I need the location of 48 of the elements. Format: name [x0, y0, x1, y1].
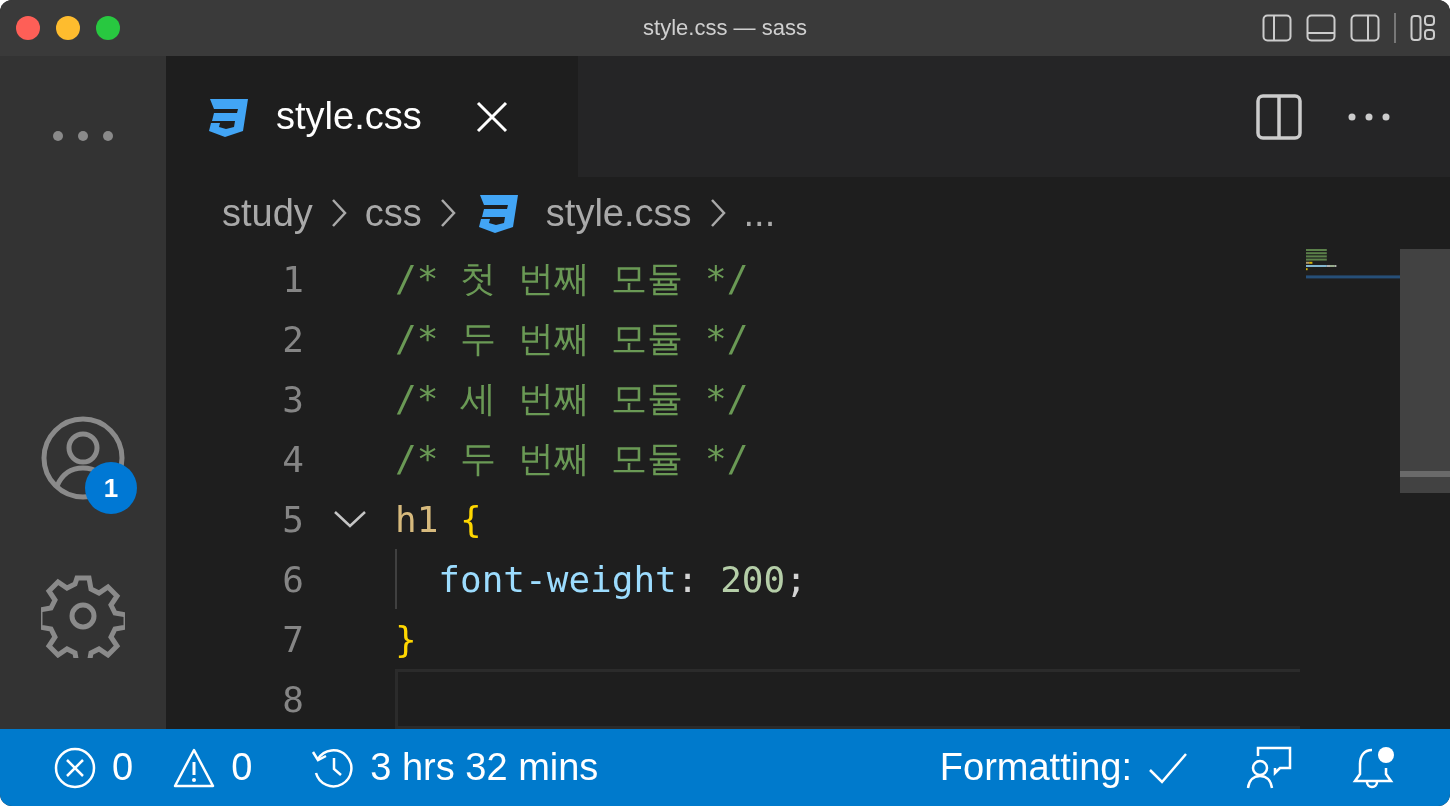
code-line: font-weight: 200;: [437, 558, 807, 600]
line-number: 2: [281, 318, 304, 360]
notification-badge: 1: [85, 462, 137, 514]
code-line: }: [395, 618, 417, 660]
scrollbar-thumb[interactable]: [1400, 249, 1450, 493]
chevron-right-icon: [439, 198, 456, 228]
line-number: 8: [281, 678, 304, 720]
breadcrumb-item[interactable]: css: [364, 191, 422, 235]
chevron-right-icon: [709, 198, 726, 228]
chevron-right-icon: [330, 198, 347, 228]
time-tracker-item[interactable]: 3 hrs 32 mins: [310, 746, 599, 789]
more-icon[interactable]: [52, 130, 114, 142]
line-number: 3: [281, 378, 304, 420]
layout-icon[interactable]: [1410, 14, 1436, 42]
code-line: /* 두 번째 모듈 */: [395, 436, 749, 481]
more-actions-icon[interactable]: [1348, 112, 1390, 121]
left-panel-icon[interactable]: [1262, 14, 1292, 42]
breadcrumb-item[interactable]: style.css: [545, 191, 692, 235]
code-line: /* 세 번째 모듈 */: [395, 376, 749, 421]
line-number: 6: [281, 558, 304, 600]
bell-icon[interactable]: [1350, 745, 1396, 790]
editor-tab[interactable]: style.css: [166, 56, 578, 177]
breadcrumb-item[interactable]: study: [222, 191, 313, 235]
minimize-window-button[interactable]: [56, 16, 80, 40]
split-editor-icon[interactable]: [1256, 93, 1302, 140]
breadcrumb-item[interactable]: ...: [743, 191, 776, 235]
history-icon: [310, 746, 355, 789]
close-icon[interactable]: [475, 100, 508, 133]
formatting-status[interactable]: Formatting:: [939, 746, 1188, 789]
problems-indicator[interactable]: 0 0: [54, 746, 253, 789]
maximize-window-button[interactable]: [96, 16, 120, 40]
bottom-panel-icon[interactable]: [1306, 14, 1336, 42]
settings-icon[interactable]: [41, 574, 125, 658]
code-line: h1 {: [395, 498, 482, 540]
code-line: /* 두 번째 모듈 */: [395, 316, 749, 361]
line-number: 5: [281, 498, 304, 540]
checkmark-icon: [1148, 751, 1188, 784]
line-number: 7: [281, 618, 304, 660]
warning-icon: [173, 747, 216, 788]
window-title: style.css — sass: [643, 15, 807, 40]
line-number: 4: [281, 438, 304, 480]
right-panel-icon[interactable]: [1350, 14, 1380, 42]
chevron-down-icon[interactable]: [332, 510, 367, 528]
feedback-icon[interactable]: [1246, 745, 1292, 790]
line-number: 1: [281, 258, 304, 300]
code-line: /* 첫 번째 모듈 */: [395, 256, 749, 301]
close-window-button[interactable]: [16, 16, 40, 40]
error-icon: [54, 746, 96, 789]
